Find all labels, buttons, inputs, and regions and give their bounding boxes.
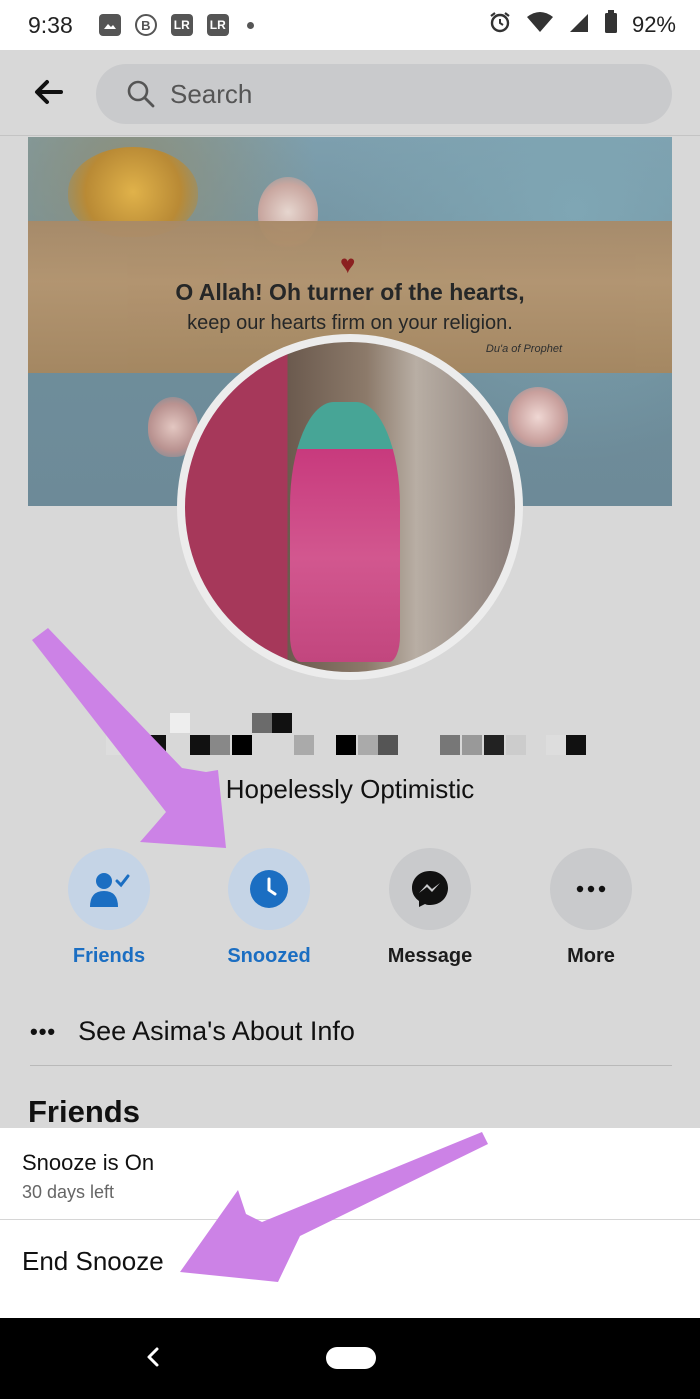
end-snooze-button[interactable]: End Snooze <box>0 1220 700 1316</box>
battery-icon <box>604 10 618 40</box>
profile-picture[interactable] <box>177 334 523 680</box>
profile-actions: Friends Snoozed Message More <box>0 848 700 978</box>
quote-credit: Du'a of Prophet <box>485 343 562 355</box>
battery-percent: 92% <box>631 12 676 37</box>
search-bar[interactable]: Search <box>96 64 672 124</box>
snooze-status-row: Snooze is On 30 days left <box>0 1128 700 1220</box>
friends-button-circle <box>68 848 150 930</box>
more-button[interactable]: More <box>536 848 646 968</box>
snooze-days-left: 30 days left <box>22 1182 115 1202</box>
message-button[interactable]: Message <box>375 848 485 968</box>
friends-label: Friends <box>72 945 146 967</box>
signal-icon <box>568 10 590 40</box>
heart-icon: ♥ <box>340 249 356 279</box>
more-dots-icon: ••• <box>30 1018 57 1044</box>
profile-figure <box>290 402 400 662</box>
wifi-icon <box>526 10 554 40</box>
profile-bio: Hopelessly Optimistic <box>225 774 475 804</box>
redacted-profile-name <box>0 713 700 757</box>
friends-section-heading: Friends <box>28 1094 140 1129</box>
b-icon: B <box>134 14 157 36</box>
clock-time: 9:38 <box>28 11 73 38</box>
more-button-circle <box>550 848 632 930</box>
cover-flower <box>508 387 568 447</box>
message-label: Message <box>387 945 473 967</box>
see-about-info-row[interactable]: ••• See Asima's About Info <box>30 1010 672 1066</box>
back-button[interactable] <box>30 74 66 110</box>
more-label: More <box>567 945 615 967</box>
friends-button[interactable]: Friends <box>54 848 164 968</box>
status-bar: 9:38 B LR LR 92% <box>0 0 700 50</box>
nav-back-icon[interactable] <box>140 1344 166 1370</box>
top-bar: Search <box>0 50 700 136</box>
see-about-info-label: See Asima's About Info <box>78 1016 355 1046</box>
snoozed-button[interactable]: Snoozed <box>214 848 324 968</box>
nav-home-pill[interactable] <box>326 1347 376 1369</box>
image-icon <box>98 14 121 36</box>
snoozed-button-circle <box>228 848 310 930</box>
lr-icon: LR <box>170 14 193 36</box>
system-nav-bar <box>0 1318 700 1399</box>
snooze-bottom-sheet: Snooze is On 30 days left End Snooze <box>0 1128 700 1318</box>
message-button-circle <box>389 848 471 930</box>
quote-line-2: keep our hearts firm on your religion. <box>187 312 513 334</box>
profile-photo <box>185 342 515 672</box>
friends-check-icon <box>90 873 130 907</box>
more-notifications-dot <box>246 21 254 29</box>
quote-line-1: O Allah! Oh turner of the hearts, <box>175 279 525 305</box>
alarm-icon <box>488 10 512 40</box>
clock-icon <box>250 870 288 908</box>
messenger-icon <box>412 871 448 907</box>
lr-icon: LR <box>206 14 229 36</box>
end-snooze-label: End Snooze <box>22 1246 164 1276</box>
arrow-left-icon <box>35 80 63 104</box>
snoozed-label: Snoozed <box>227 945 311 967</box>
search-icon <box>127 80 155 108</box>
snooze-status-title: Snooze is On <box>22 1150 155 1175</box>
more-dots-icon <box>576 885 606 893</box>
search-placeholder: Search <box>170 78 253 109</box>
